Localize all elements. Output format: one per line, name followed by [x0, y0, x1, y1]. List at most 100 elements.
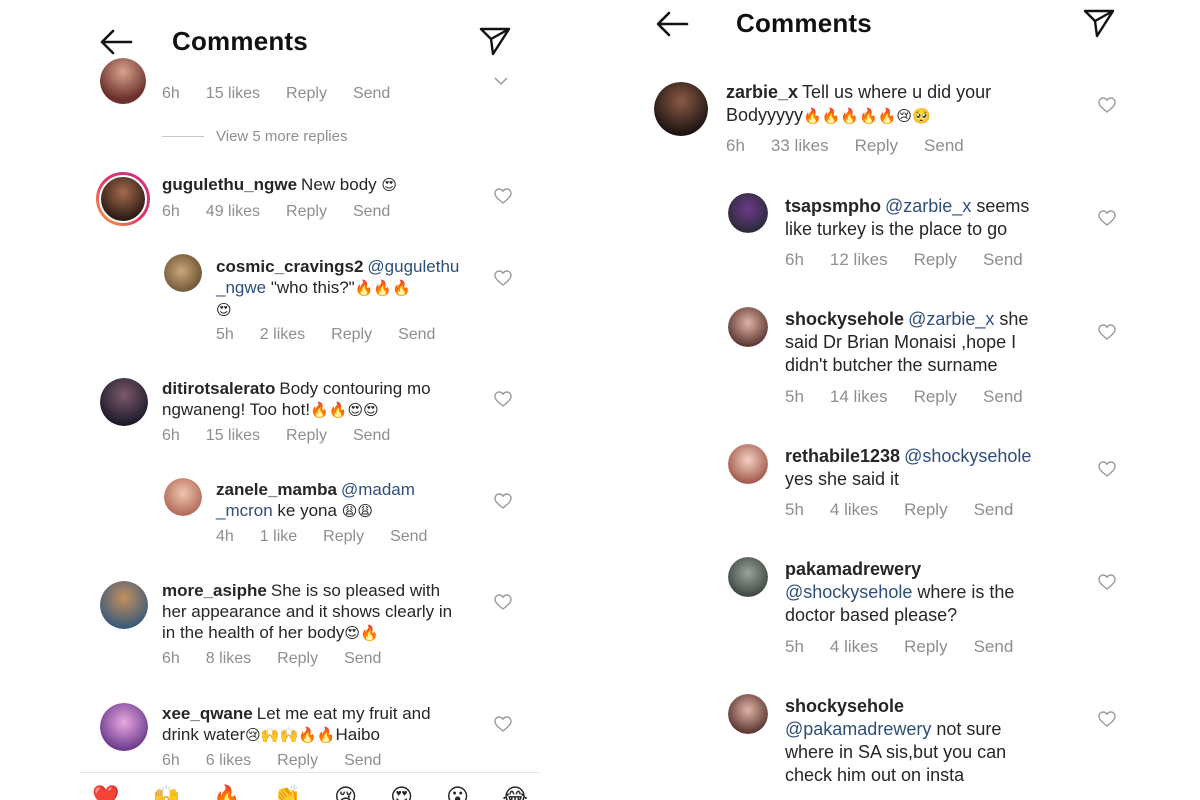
heart-outline-icon[interactable]: [494, 270, 512, 286]
heart-outline-icon[interactable]: [1098, 210, 1116, 226]
send-button[interactable]: Send: [353, 85, 390, 102]
comment-time: 6h: [726, 136, 745, 155]
reply-button[interactable]: Reply: [286, 427, 327, 444]
heart-outline-icon[interactable]: [1098, 711, 1116, 727]
heart-outline-icon[interactable]: [1098, 324, 1116, 340]
send-button[interactable]: Send: [390, 528, 427, 545]
emoji-heart-eyes[interactable]: 😍: [390, 787, 413, 800]
send-button[interactable]: Send: [344, 650, 381, 667]
likes-count[interactable]: 2 likes: [260, 326, 305, 343]
emoji-raised-hands[interactable]: 🙌: [153, 787, 180, 800]
likes-count[interactable]: 14 likes: [830, 387, 888, 406]
username[interactable]: zanele_mamba: [216, 480, 337, 499]
paper-plane-icon[interactable]: [1082, 7, 1116, 39]
username[interactable]: cosmic_cravings2: [216, 257, 363, 276]
paper-plane-icon[interactable]: [478, 25, 512, 57]
avatar[interactable]: [100, 703, 148, 751]
heart-outline-icon[interactable]: [1098, 97, 1116, 113]
likes-count[interactable]: 4 likes: [830, 637, 878, 656]
avatar[interactable]: [100, 378, 148, 426]
likes-count[interactable]: 4 likes: [830, 500, 878, 519]
username[interactable]: shockysehole: [785, 309, 904, 329]
avatar[interactable]: [164, 254, 202, 292]
avatar[interactable]: [728, 694, 768, 734]
comment-body: xee_qwane Let me eat my fruit and drink w…: [162, 704, 431, 744]
username[interactable]: rethabile1238: [785, 446, 900, 466]
emoji-wow[interactable]: 😮: [446, 787, 469, 800]
likes-count[interactable]: 8 likes: [206, 650, 251, 667]
send-button[interactable]: Send: [983, 387, 1023, 406]
send-button[interactable]: Send: [974, 500, 1014, 519]
heart-outline-icon[interactable]: [494, 594, 512, 610]
username[interactable]: ditirotsalerato: [162, 379, 275, 398]
back-arrow-icon[interactable]: [654, 9, 690, 39]
username[interactable]: pakamadrewery: [785, 559, 921, 579]
send-button[interactable]: Send: [983, 250, 1023, 269]
username[interactable]: shockysehole: [785, 696, 904, 716]
avatar[interactable]: [728, 444, 768, 484]
send-button[interactable]: Send: [353, 427, 390, 444]
avatar[interactable]: [100, 58, 146, 104]
back-arrow-icon[interactable]: [98, 27, 134, 57]
mention-link[interactable]: @shockysehole: [785, 582, 912, 602]
mention-link[interactable]: _mcron: [216, 501, 273, 520]
mention-link[interactable]: @gugulethu: [367, 257, 459, 276]
mention-link[interactable]: @madam: [341, 480, 415, 499]
username[interactable]: gugulethu_ngwe: [162, 175, 297, 194]
send-button[interactable]: Send: [344, 752, 381, 769]
reply-button[interactable]: Reply: [286, 85, 327, 102]
mention-link[interactable]: @zarbie_x: [885, 196, 971, 216]
mention-link[interactable]: @zarbie_x: [908, 309, 994, 329]
heart-outline-icon[interactable]: [1098, 461, 1116, 477]
emoji-cry[interactable]: 😢: [334, 787, 357, 800]
avatar[interactable]: [164, 478, 202, 516]
avatar[interactable]: [96, 172, 150, 226]
view-more-replies[interactable]: View 5 more replies: [162, 128, 347, 145]
emoji-heart[interactable]: ❤️: [92, 787, 119, 800]
heart-outline-icon[interactable]: [494, 493, 512, 509]
avatar[interactable]: [654, 82, 708, 136]
likes-count[interactable]: 15 likes: [206, 427, 260, 444]
reply-button[interactable]: Reply: [904, 637, 947, 656]
likes-count[interactable]: 15 likes: [206, 85, 260, 102]
avatar[interactable]: [100, 581, 148, 629]
reply-button[interactable]: Reply: [855, 136, 898, 155]
send-button[interactable]: Send: [924, 136, 964, 155]
avatar[interactable]: [728, 193, 768, 233]
mention-link[interactable]: @pakamadrewery: [785, 719, 931, 739]
send-button[interactable]: Send: [974, 637, 1014, 656]
likes-count[interactable]: 49 likes: [206, 203, 260, 220]
reply-button[interactable]: Reply: [914, 250, 957, 269]
mention-link[interactable]: @shockysehole: [904, 446, 1031, 466]
send-button[interactable]: Send: [353, 203, 390, 220]
reply-button[interactable]: Reply: [277, 752, 318, 769]
heart-outline-icon[interactable]: [1098, 574, 1116, 590]
emoji-laugh[interactable]: 😂: [502, 787, 528, 800]
username[interactable]: tsapsmpho: [785, 196, 881, 216]
avatar[interactable]: [728, 557, 768, 597]
reply-button[interactable]: Reply: [277, 650, 318, 667]
reply-button[interactable]: Reply: [286, 203, 327, 220]
emoji-reaction-bar: ❤️ 🙌 🔥 👏 😢 😍 😮 😂: [80, 772, 540, 800]
heart-outline-icon[interactable]: [494, 391, 512, 407]
heart-outline-icon[interactable]: [494, 188, 512, 204]
avatar[interactable]: [728, 307, 768, 347]
reply-button[interactable]: Reply: [914, 387, 957, 406]
likes-count[interactable]: 33 likes: [771, 136, 829, 155]
mention-link[interactable]: _ngwe: [216, 278, 266, 297]
username[interactable]: xee_qwane: [162, 704, 253, 723]
chevron-down-icon[interactable]: [494, 76, 508, 86]
heart-outline-icon[interactable]: [494, 716, 512, 732]
emoji-clap[interactable]: 👏: [274, 787, 301, 800]
username[interactable]: zarbie_x: [726, 82, 798, 102]
send-button[interactable]: Send: [398, 326, 435, 343]
likes-count[interactable]: 1 like: [260, 528, 297, 545]
reply-button[interactable]: Reply: [904, 500, 947, 519]
emoji-fire[interactable]: 🔥: [213, 787, 240, 800]
username[interactable]: more_asiphe: [162, 581, 267, 600]
reply-button[interactable]: Reply: [331, 326, 372, 343]
likes-count[interactable]: 12 likes: [830, 250, 888, 269]
comment-meta: 5h 2 likes Reply Send: [216, 326, 461, 344]
likes-count[interactable]: 6 likes: [206, 752, 251, 769]
reply-button[interactable]: Reply: [323, 528, 364, 545]
